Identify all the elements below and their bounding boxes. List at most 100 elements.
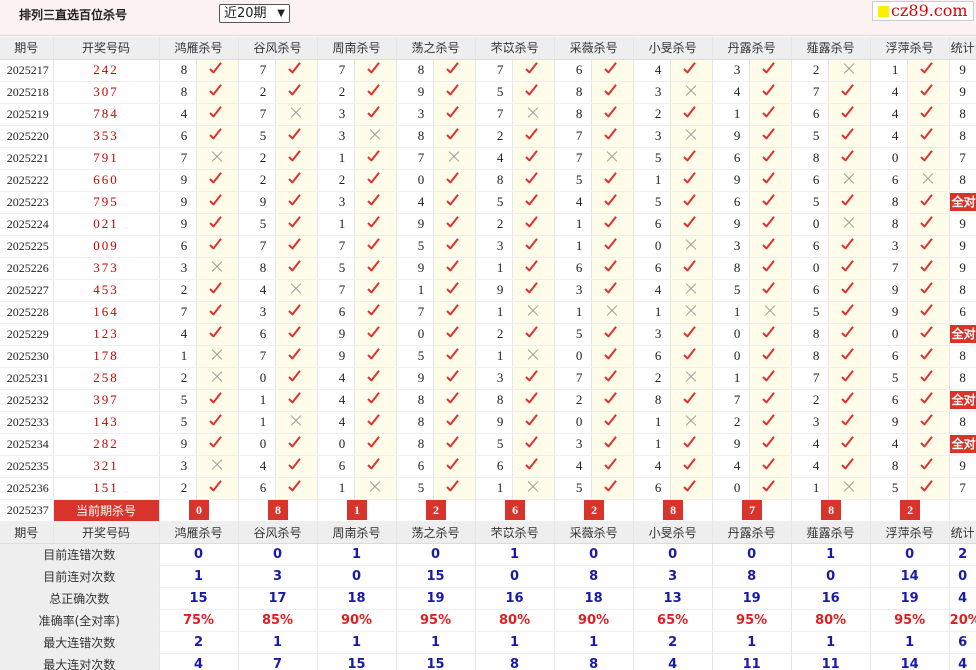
kill-number: 3	[396, 103, 434, 126]
kill-number: 6	[870, 389, 908, 412]
check-icon	[525, 393, 541, 405]
kill-number: 3	[554, 433, 592, 456]
kill-number: 1	[712, 367, 750, 390]
kill-number: 4	[791, 433, 829, 456]
hit-count: 9	[949, 81, 976, 104]
kill-number: 8	[712, 257, 750, 280]
check-icon	[209, 85, 225, 97]
kill-number: 7	[317, 59, 355, 82]
draw-number: 373	[53, 257, 160, 280]
result-mark	[591, 279, 634, 302]
kill-number: 1	[475, 477, 513, 500]
check-icon	[604, 173, 620, 185]
stats-value: 0	[475, 565, 555, 588]
result-mark	[749, 367, 792, 390]
result-mark	[749, 389, 792, 412]
check-icon	[209, 481, 225, 493]
stats-total: 6	[949, 631, 976, 654]
check-icon	[604, 349, 620, 361]
kill-number: 6	[554, 257, 592, 280]
result-mark	[196, 213, 239, 236]
site-logo[interactable]: cz89.com	[872, 1, 974, 21]
table-row: 2025220 353 6 5 3 8 2 7 3 9 5 4 8	[0, 125, 976, 148]
check-icon	[762, 415, 778, 427]
stats-value: 1	[317, 631, 397, 654]
cross-icon	[211, 349, 223, 361]
check-icon	[683, 327, 699, 339]
check-icon	[920, 371, 936, 383]
check-icon	[920, 327, 936, 339]
check-icon	[209, 393, 225, 405]
kill-number: 7	[238, 103, 276, 126]
kill-number: 4	[712, 455, 750, 478]
draw-number: 321	[53, 455, 160, 478]
result-mark	[907, 257, 950, 280]
current-issue-row: 2025237 当前期杀号 0 8 1 2 6 2 8 7 8 2	[0, 499, 976, 522]
check-icon	[762, 371, 778, 383]
check-icon	[762, 85, 778, 97]
check-icon	[288, 63, 304, 75]
table-row: 2025224 021 9 5 1 9 2 1 6 9 0 8 9	[0, 213, 976, 236]
column-header: 期号	[0, 521, 54, 544]
stats-label: 最大连对次数	[0, 653, 160, 670]
check-icon	[525, 63, 541, 75]
column-header: 浮萍杀号	[870, 521, 950, 544]
check-icon	[762, 239, 778, 251]
check-icon	[920, 393, 936, 405]
kill-number: 2	[159, 279, 197, 302]
check-icon	[920, 459, 936, 471]
check-icon	[525, 371, 541, 383]
result-mark	[275, 323, 318, 346]
result-mark	[512, 59, 555, 82]
result-mark	[512, 103, 555, 126]
check-icon	[209, 173, 225, 185]
column-header: 薤露杀号	[791, 37, 871, 60]
result-mark	[749, 323, 792, 346]
check-icon	[446, 217, 462, 229]
result-mark	[670, 345, 713, 368]
kill-number: 2	[712, 411, 750, 434]
stats-total: 4	[949, 653, 976, 670]
draw-number: 123	[53, 323, 160, 346]
kill-number: 3	[712, 235, 750, 258]
table-row: 2025225 009 6 7 7 5 3 1 0 3 6 3 9	[0, 235, 976, 258]
check-icon	[525, 151, 541, 163]
draw-number: 164	[53, 301, 160, 324]
period-select[interactable]: 近20期 ▼	[219, 4, 290, 23]
result-mark	[196, 411, 239, 434]
check-icon	[762, 437, 778, 449]
result-mark	[828, 81, 871, 104]
current-kill-number: 7	[742, 500, 763, 520]
draw-number: 009	[53, 235, 160, 258]
result-mark	[749, 191, 792, 214]
check-icon	[920, 349, 936, 361]
result-mark	[907, 389, 950, 412]
kill-number: 5	[791, 191, 829, 214]
check-icon	[288, 393, 304, 405]
result-mark	[354, 345, 397, 368]
kill-number: 3	[238, 301, 276, 324]
stats-value: 2	[159, 631, 239, 654]
kill-number: 7	[317, 279, 355, 302]
cross-icon	[685, 415, 697, 427]
cross-icon	[290, 107, 302, 119]
result-mark	[354, 367, 397, 390]
kill-number: 8	[475, 169, 513, 192]
result-mark	[275, 103, 318, 126]
hit-count: 全对	[949, 191, 976, 214]
logo-square-icon	[878, 6, 889, 17]
check-icon	[762, 393, 778, 405]
result-mark	[907, 279, 950, 302]
current-kill-number: 0	[189, 500, 209, 520]
check-icon	[525, 459, 541, 471]
kill-number: 9	[870, 301, 908, 324]
check-icon	[288, 173, 304, 185]
result-mark	[354, 411, 397, 434]
kill-number: 9	[870, 411, 908, 434]
hit-count: 7	[949, 147, 976, 170]
current-kill-cell: 8	[238, 499, 318, 522]
check-icon	[446, 437, 462, 449]
all-correct-badge: 全对	[949, 193, 976, 211]
check-icon	[841, 437, 857, 449]
kill-number: 7	[791, 367, 829, 390]
